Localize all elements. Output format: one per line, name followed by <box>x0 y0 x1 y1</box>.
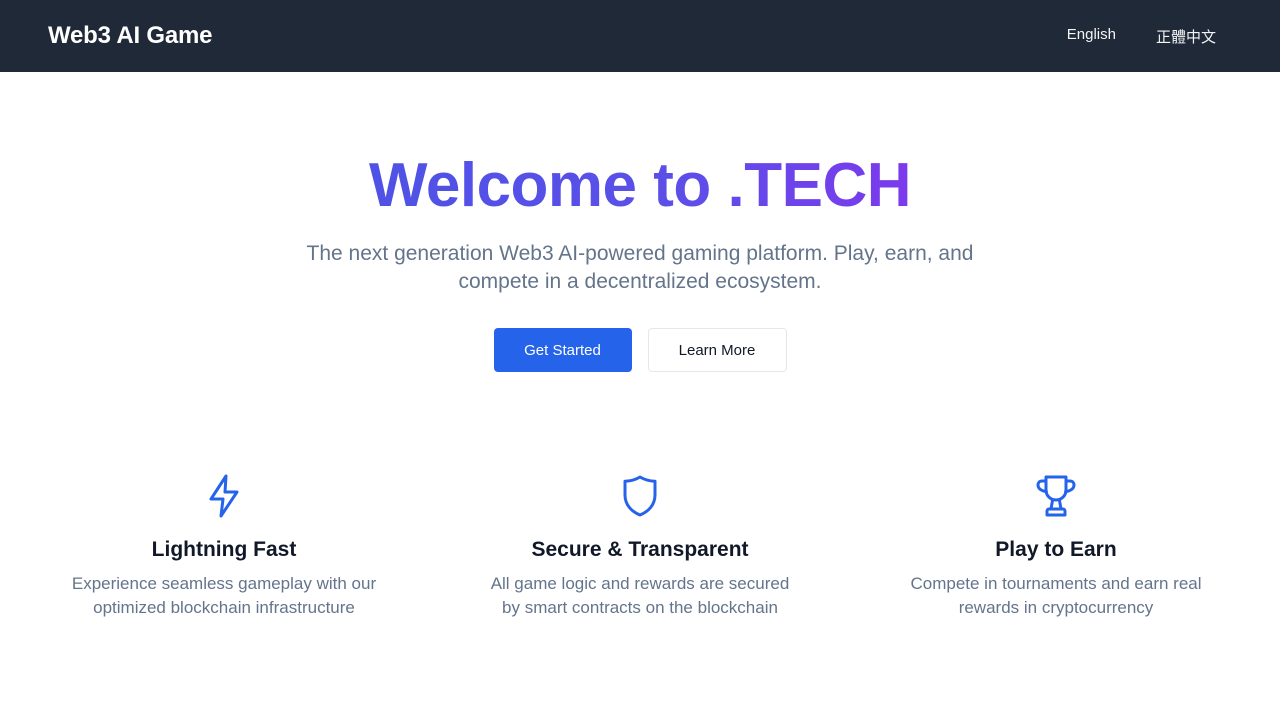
lightning-icon <box>209 474 239 518</box>
shield-icon <box>623 475 657 517</box>
trophy-icon <box>1036 475 1076 517</box>
feature-card-play-to-earn: Play to Earn Compete in tournaments and … <box>848 472 1264 620</box>
hero-title: Welcome to .TECH <box>368 151 912 220</box>
language-switcher: English 正體中文 <box>1067 26 1216 47</box>
brand-logo-text[interactable]: Web3 AI Game <box>48 22 213 50</box>
feature-title: Play to Earn <box>995 538 1117 561</box>
hero-section: Welcome to .TECH The next generation Web… <box>0 72 1280 372</box>
feature-description: All game logic and rewards are secured b… <box>490 574 790 617</box>
top-navbar: Web3 AI Game English 正體中文 <box>0 0 1280 72</box>
learn-more-button[interactable]: Learn More <box>647 328 787 372</box>
features-section: Lightning Fast Experience seamless gamep… <box>0 472 1280 620</box>
nav-link-english[interactable]: English <box>1067 26 1116 47</box>
feature-card-lightning-fast: Lightning Fast Experience seamless gamep… <box>16 472 432 620</box>
nav-link-traditional-chinese[interactable]: 正體中文 <box>1156 26 1216 47</box>
get-started-button[interactable]: Get Started <box>493 328 632 372</box>
hero-actions: Get Started Learn More <box>0 328 1280 372</box>
feature-description: Experience seamless gameplay with our op… <box>71 574 377 617</box>
hero-subtitle: The next generation Web3 AI-powered gami… <box>306 242 974 293</box>
feature-title: Secure & Transparent <box>531 538 749 561</box>
feature-title: Lightning Fast <box>151 538 297 561</box>
feature-card-secure-transparent: Secure & Transparent All game logic and … <box>432 472 848 620</box>
feature-description: Compete in tournaments and earn real rew… <box>910 574 1202 617</box>
